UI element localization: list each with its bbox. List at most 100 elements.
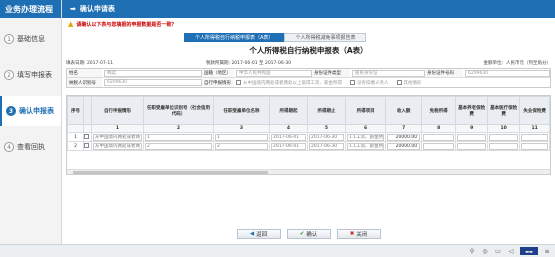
sidebar-item-label: 确认申报表	[19, 107, 54, 115]
row-checkbox[interactable]	[84, 143, 89, 148]
back-button[interactable]: ◀ 返回	[236, 229, 281, 239]
col-header: 所得项目	[344, 96, 387, 125]
unemployment-cell[interactable]	[521, 133, 548, 141]
pin-icon[interactable]: ⚲	[468, 247, 476, 255]
medical-cell[interactable]	[489, 133, 519, 141]
close-button[interactable]: ✖ 关闭	[336, 229, 381, 239]
sidebar-item-basic-info[interactable]: 1 基础信息	[0, 24, 61, 54]
form-tabs: 个人所得税自行纳税申报表（A表） 个人所得税减免事项报告表	[184, 33, 367, 42]
close-icon: ✖	[349, 231, 355, 237]
action-buttons: ◀ 返回 ✔ 确认 ✖ 关闭	[62, 229, 555, 239]
step-number: 3	[6, 106, 16, 116]
col-number: 1	[91, 124, 144, 133]
unemployment-cell[interactable]	[521, 142, 548, 150]
page-title: 确认申请表	[79, 5, 115, 13]
warning-banner: ▲ 请确认以下表与您填报的申报数据是否一致？	[62, 18, 555, 30]
id-number-field[interactable]: 6209630	[465, 69, 550, 77]
page-header: ➡ 确认申请表	[62, 0, 555, 18]
col-number: 11	[519, 124, 550, 133]
id-type-label: 身份证件类型	[312, 69, 350, 77]
input-method-icon[interactable]: ▬▬	[520, 247, 538, 255]
sidebar-item-fill-form[interactable]: 2 填写申报表	[0, 60, 61, 90]
option-other[interactable]: 其他情形	[396, 80, 422, 86]
declaration-table: 序号 自行申报情形 任职受雇单位识别号（社会信用代码） 任职受雇单位名称 所得期…	[66, 95, 551, 175]
col-header: 任职受雇单位识别号（社会信用代码）	[143, 96, 214, 125]
col-header: 序号	[67, 96, 84, 125]
id-type-field[interactable]: 居民身份证	[352, 69, 425, 77]
checkbox[interactable]	[396, 80, 402, 85]
pension-cell[interactable]	[457, 133, 487, 141]
col-number: 10	[487, 124, 521, 133]
checkbox[interactable]	[350, 80, 355, 85]
sidebar-item-label: 填写申报表	[17, 71, 52, 79]
arrow-right-icon: ➡	[70, 5, 76, 13]
unit-code-cell[interactable]: 1	[145, 133, 212, 141]
currency-note: 金额单位：人民币元（列至角分）	[483, 61, 552, 66]
income-cell[interactable]: 20000.00	[387, 133, 421, 141]
col-number: 6	[344, 124, 387, 133]
sidebar-title: 业务办理流程	[0, 0, 61, 18]
income-item-cell[interactable]: 1.1工资、薪金所	[347, 142, 385, 150]
row-seq: 2	[67, 141, 84, 151]
option-multiple-sources[interactable]: 从中国境内两处或者两处以上取得工资、薪金所得	[236, 80, 342, 86]
situation-cell[interactable]: 从中国境内两处或者两	[93, 133, 142, 141]
sidebar: 业务办理流程 1 基础信息 2 填写申报表 3 确认申报表 4 查看回执	[0, 0, 62, 244]
tax-free-cell[interactable]	[423, 142, 455, 150]
main-panel: ➡ 确认申请表 ▲ 请确认以下表与您填报的申报数据是否一致？ 个人所得税自行纳税…	[62, 0, 555, 244]
period-to-cell[interactable]: 2017-06-30	[309, 133, 344, 141]
checkbox[interactable]	[236, 80, 241, 85]
sidebar-item-confirm-form[interactable]: 3 确认申报表	[0, 96, 61, 126]
tax-free-cell[interactable]	[423, 133, 455, 141]
unit-name-cell[interactable]: 1	[215, 133, 268, 141]
col-header	[83, 96, 92, 125]
col-number: 3	[213, 124, 270, 133]
option-no-withholder[interactable]: 没有扣缴义务人	[350, 80, 389, 86]
fill-date: 填表日期: 2017-07-11	[66, 61, 114, 66]
col-number	[83, 124, 92, 133]
income-cell[interactable]: 20000.00	[387, 142, 421, 150]
sidebar-item-label: 查看回执	[17, 143, 45, 151]
row-checkbox[interactable]	[84, 134, 89, 139]
col-header: 收入额	[385, 96, 423, 125]
sidebar-item-receipt[interactable]: 4 查看回执	[0, 132, 61, 162]
tab-reduction-report[interactable]: 个人所得税减免事项报告表	[284, 33, 367, 42]
taxpayer-id-field[interactable]: 6209630	[104, 79, 202, 86]
name-field[interactable]: 韩奕	[104, 69, 202, 77]
col-header: 失业保险费	[519, 96, 550, 125]
period-from-cell[interactable]: 2017-06-01	[271, 133, 306, 141]
period-to-cell[interactable]: 2017-06-30	[309, 142, 344, 150]
warning-icon: ▲	[68, 20, 74, 28]
menu-icon[interactable]: ≡	[543, 247, 551, 255]
confirm-button[interactable]: ✔ 确认	[286, 229, 331, 239]
col-header: 基本医疗保险费	[487, 96, 521, 125]
unit-code-cell[interactable]: 2	[145, 142, 212, 150]
col-number: 7	[385, 124, 423, 133]
situation-cell[interactable]: 从中国境内两处或者两	[93, 142, 142, 150]
network-icon[interactable]: ◎	[481, 247, 489, 255]
medical-cell[interactable]	[489, 142, 519, 150]
back-arrow-icon: ◀	[249, 231, 255, 237]
id-number-label: 身份证件号码	[425, 69, 463, 77]
col-header: 所得期起	[269, 96, 308, 125]
taxpayer-id-label: 纳税人识别号	[67, 78, 102, 87]
col-number: 5	[307, 124, 346, 133]
tab-form-a[interactable]: 个人所得税自行纳税申报表（A表）	[184, 33, 285, 42]
col-number: 4	[269, 124, 308, 133]
tax-period: 税款所属期: 2017-06-01 至 2017-06-30	[206, 61, 292, 66]
situation-label: 自行申报情形	[202, 78, 234, 87]
income-item-cell[interactable]: 1.1工资、薪金所	[347, 133, 385, 141]
volume-icon[interactable]: ◁	[507, 247, 515, 255]
monitor-icon[interactable]: ▭	[494, 247, 502, 255]
horizontal-scrollbar[interactable]	[67, 169, 550, 174]
col-header: 基本养老保险费	[455, 96, 489, 125]
form-title: 个人所得税自行纳税申报表（A表）	[249, 46, 368, 55]
pension-cell[interactable]	[457, 142, 487, 150]
scrollbar-thumb[interactable]	[73, 171, 268, 174]
taxpayer-info: 姓名 韩奕 国籍（地区） 中华人民共和国 身份证件类型 居民身份证 身份证件号码…	[66, 68, 551, 88]
nation-field[interactable]: 中华人民共和国	[236, 69, 312, 77]
unit-name-cell[interactable]: 2	[215, 142, 268, 150]
period-from-cell[interactable]: 2017-06-01	[271, 142, 306, 150]
name-label: 姓名	[67, 69, 102, 77]
warning-text: 请确认以下表与您填报的申报数据是否一致？	[76, 21, 177, 28]
table-row: 2 从中国境内两处或者两 2 2 2017-06-01 2017-06-30 1…	[67, 141, 550, 151]
